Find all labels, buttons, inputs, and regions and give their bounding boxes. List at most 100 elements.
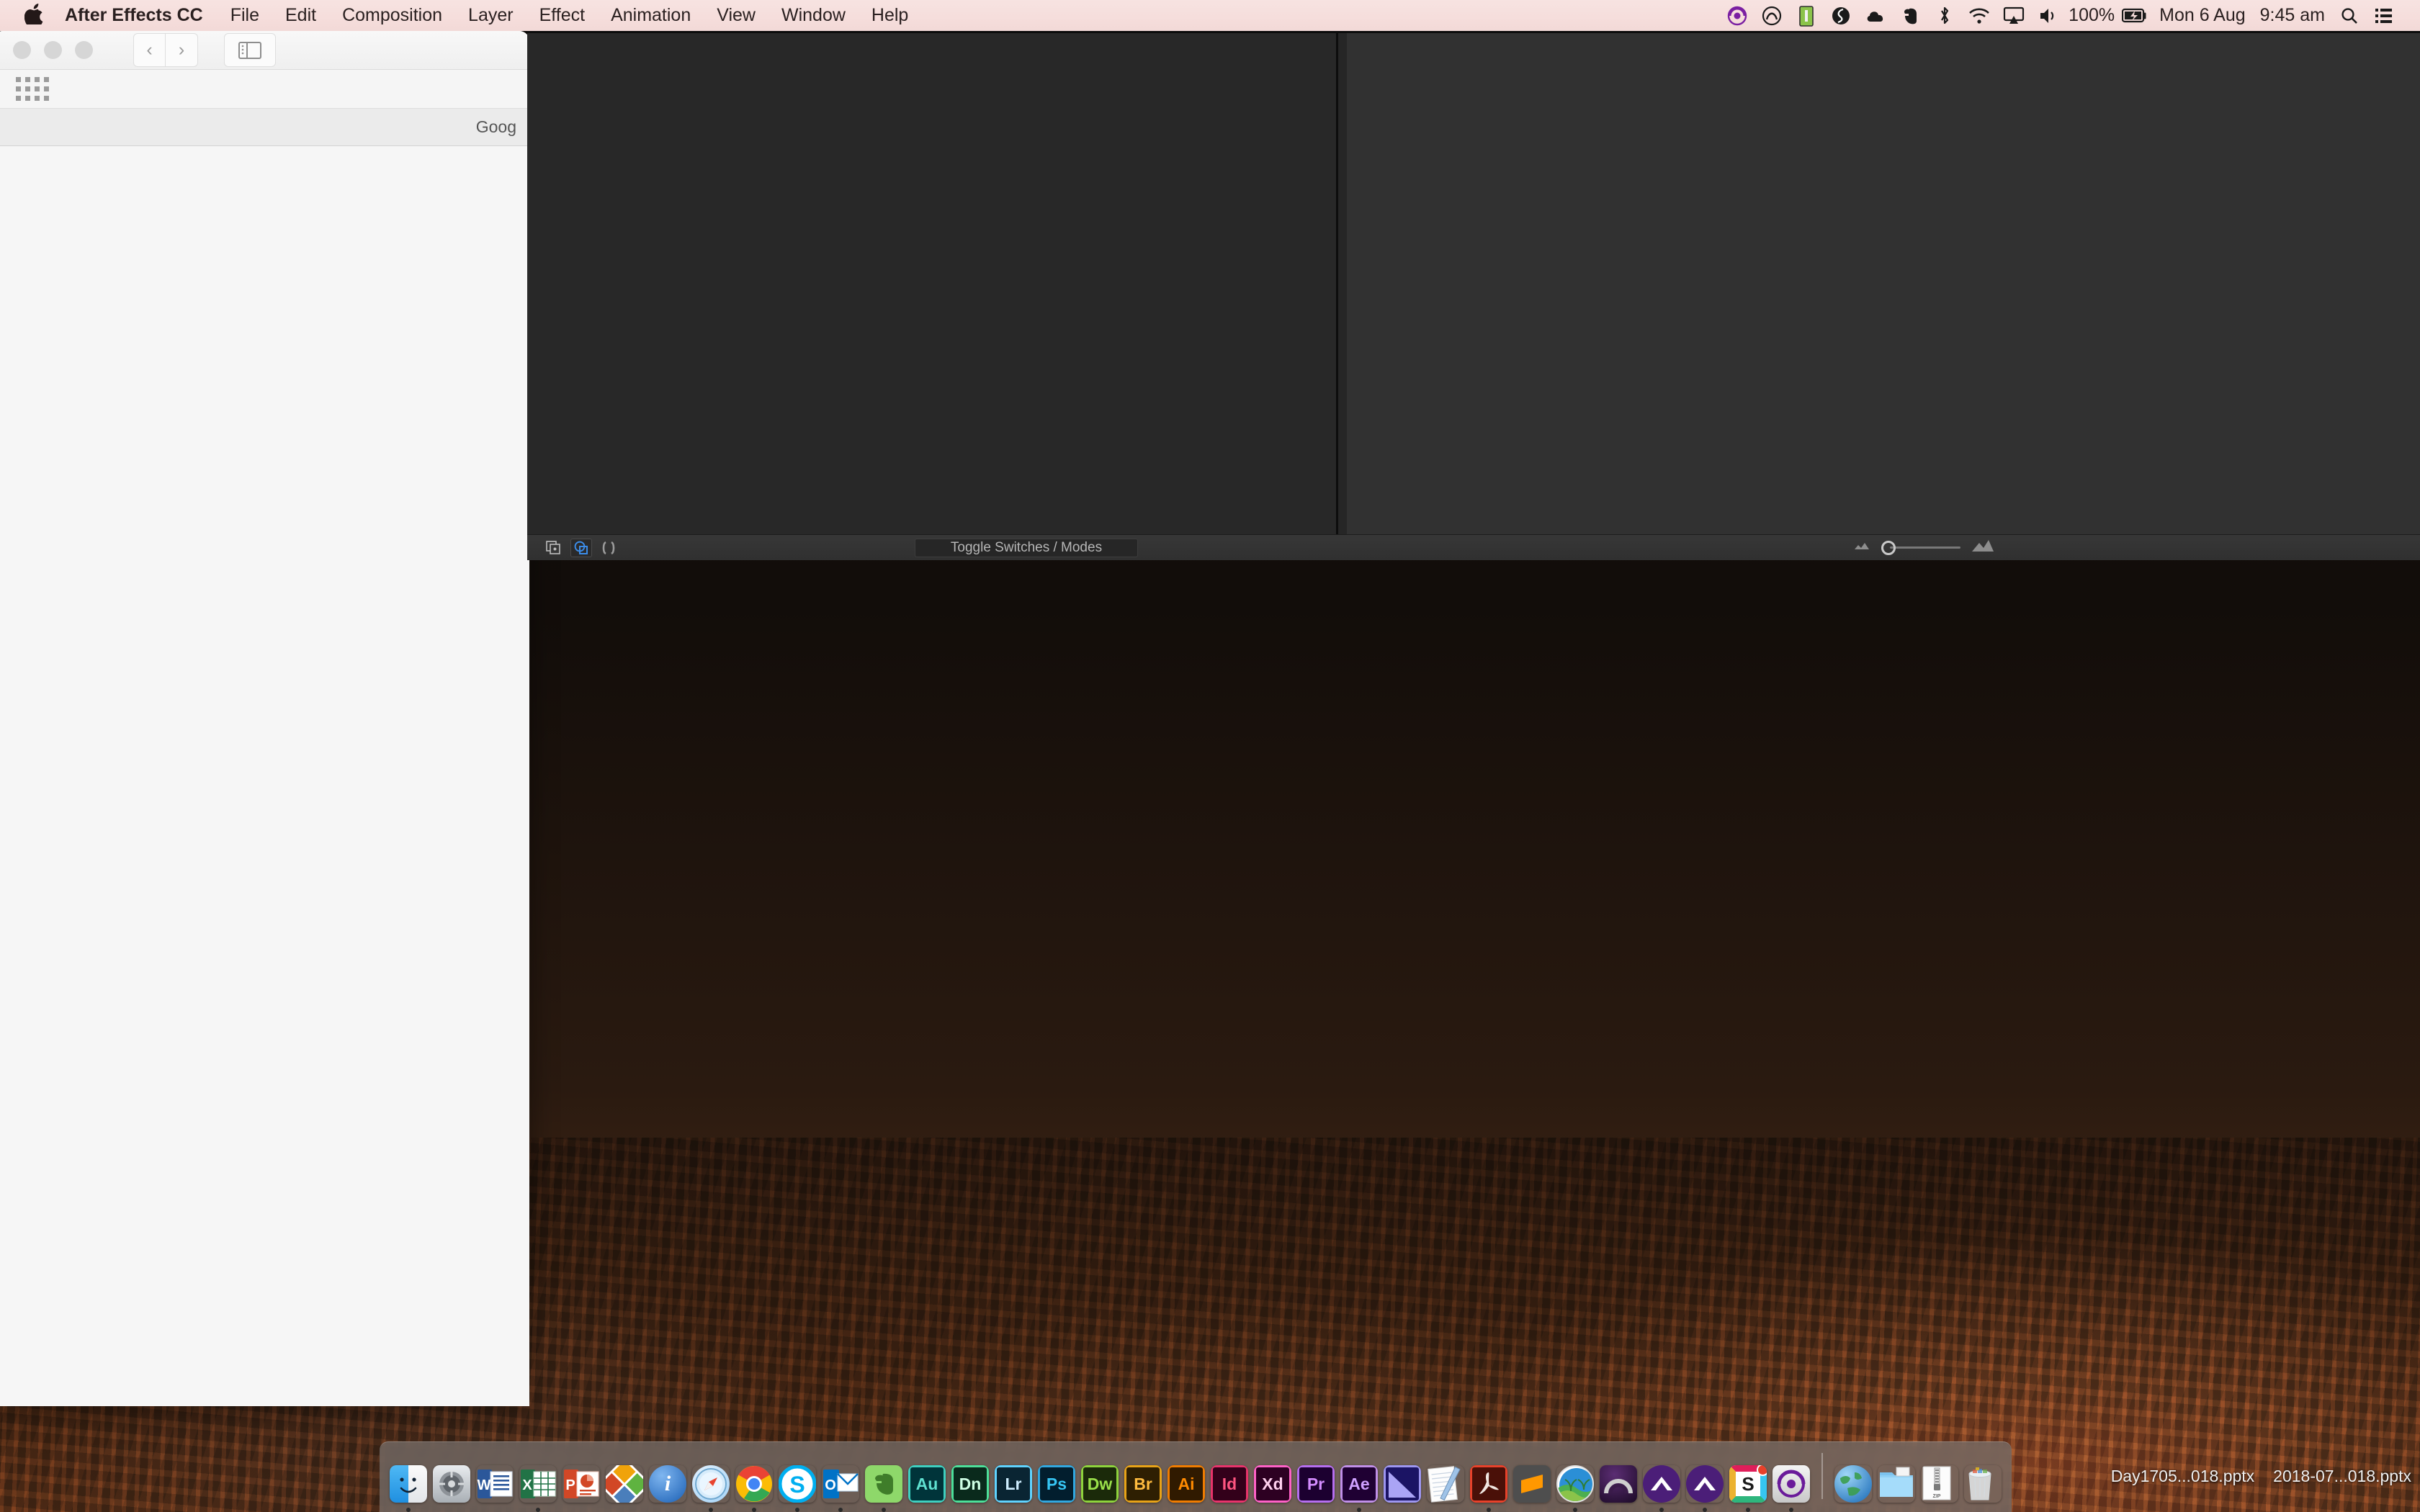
zoom-in-icon[interactable] [1971, 539, 1995, 557]
dock-item-dreamweaver[interactable]: Dw [1080, 1446, 1119, 1512]
finder-path-bar[interactable]: Goog [0, 109, 529, 146]
info-icon[interactable]: i [649, 1465, 686, 1503]
dock-item-avid[interactable] [1642, 1446, 1681, 1512]
avid-alt-icon[interactable] [1686, 1465, 1724, 1503]
sublime-icon[interactable] [1513, 1465, 1551, 1503]
avid-icon[interactable] [1643, 1465, 1680, 1503]
coconut-icon[interactable] [1556, 1465, 1594, 1503]
menu-item-view[interactable]: View [717, 5, 756, 26]
dock-item-dimension[interactable]: Dn [951, 1446, 990, 1512]
dock-item-bridge[interactable]: Br [1124, 1446, 1162, 1512]
bridge-icon[interactable]: Br [1124, 1465, 1162, 1503]
toggle-switches-modes-button[interactable]: Toggle Switches / Modes [915, 538, 1138, 557]
close-button[interactable] [13, 41, 31, 59]
dock-item-audition[interactable]: Au [908, 1446, 946, 1512]
transfer-controls-icon[interactable] [570, 538, 592, 557]
evernote-icon[interactable] [865, 1465, 902, 1503]
forward-button[interactable]: › [166, 33, 198, 67]
sidebar-toggle-icon[interactable] [224, 33, 276, 67]
dock-item-zip-file[interactable]: ZIP [1920, 1446, 1959, 1512]
active-app-name[interactable]: After Effects CC [65, 5, 203, 26]
skype-icon[interactable]: S [779, 1465, 816, 1503]
media-encoder-icon[interactable] [1384, 1465, 1421, 1503]
menu-item-file[interactable]: File [230, 5, 259, 26]
dock-item-chrome[interactable] [735, 1446, 774, 1512]
dimension-icon[interactable]: Dn [951, 1465, 989, 1503]
dock-item-slack[interactable]: S [1729, 1446, 1767, 1512]
finder-file-list[interactable] [0, 146, 529, 1406]
airplay-icon[interactable] [1996, 0, 2031, 31]
battery-icon[interactable] [2118, 0, 2152, 31]
avid-link-icon[interactable] [1773, 1465, 1810, 1503]
apple-menu-icon[interactable] [24, 3, 43, 28]
menu-item-window[interactable]: Window [781, 5, 846, 26]
ae-timeline-panel[interactable] [527, 33, 1338, 534]
acrobat-icon[interactable] [1470, 1465, 1507, 1503]
indesign-icon[interactable]: Id [1211, 1465, 1248, 1503]
system-preferences-icon[interactable] [433, 1465, 470, 1503]
zip-file-icon[interactable]: ZIP [1921, 1465, 1958, 1503]
dock-item-acrobat[interactable] [1469, 1446, 1508, 1512]
dock-item-notes[interactable] [1426, 1446, 1465, 1512]
zoom-slider[interactable] [1881, 540, 1960, 555]
zoom-button[interactable] [75, 41, 93, 59]
dock-item-outlook[interactable]: O [821, 1446, 860, 1512]
avid-link-icon[interactable] [1720, 0, 1754, 31]
evernote-icon[interactable] [1893, 0, 1927, 31]
volume-icon[interactable] [2031, 0, 2066, 31]
office-icon[interactable] [606, 1465, 643, 1503]
cloud-storage-icon[interactable] [1858, 0, 1893, 31]
notification-center-icon[interactable] [2367, 0, 2401, 31]
wifi-icon[interactable] [1962, 0, 1996, 31]
after-effects-icon[interactable]: Ae [1340, 1465, 1378, 1503]
menu-item-edit[interactable]: Edit [285, 5, 316, 26]
desktop-file-label[interactable]: 2018-07...018.pptx [2273, 1467, 2411, 1486]
dock-item-trash[interactable] [1963, 1446, 2002, 1512]
menu-item-animation[interactable]: Animation [611, 5, 691, 26]
dock-item-premiere[interactable]: Pr [1296, 1446, 1335, 1512]
graph-editor-icon[interactable] [598, 539, 619, 557]
chrome-icon[interactable] [735, 1465, 773, 1503]
menu-item-help[interactable]: Help [871, 5, 908, 26]
dock-item-media-encoder[interactable] [1383, 1446, 1422, 1512]
grid-view-icon[interactable] [16, 77, 49, 101]
dock-item-word[interactable]: W [475, 1446, 514, 1512]
excel-icon[interactable]: X [519, 1465, 557, 1503]
desktop-file-label[interactable]: Day1705...018.pptx [2111, 1467, 2254, 1486]
dock-item-protools[interactable] [1599, 1446, 1638, 1512]
zoom-out-icon[interactable] [1852, 541, 1871, 554]
dock-item-safari[interactable] [691, 1446, 730, 1512]
dock-item-coconut[interactable] [1556, 1446, 1595, 1512]
dock-item-avid-alt[interactable] [1685, 1446, 1724, 1512]
dock-item-after-effects[interactable]: Ae [1340, 1446, 1379, 1512]
lightroom-icon[interactable]: Lr [995, 1465, 1032, 1503]
menu-bar-time[interactable]: 9:45 am [2253, 5, 2332, 26]
powerpoint-icon[interactable]: P [563, 1465, 600, 1503]
finder-window[interactable]: ‹ › Goog [0, 31, 529, 1406]
search-icon[interactable] [2332, 0, 2367, 31]
after-effects-window[interactable]: Toggle Switches / Modes [527, 31, 2420, 560]
audition-icon[interactable]: Au [908, 1465, 946, 1503]
back-button[interactable]: ‹ [133, 33, 166, 67]
dock-item-finder[interactable] [389, 1446, 428, 1512]
dock-item-xd[interactable]: Xd [1253, 1446, 1292, 1512]
dock-item-photoshop[interactable]: Ps [1037, 1446, 1076, 1512]
creative-cloud-icon[interactable] [1754, 0, 1789, 31]
menu-item-layer[interactable]: Layer [468, 5, 514, 26]
dock-item-illustrator[interactable]: Ai [1167, 1446, 1206, 1512]
ae-graph-panel[interactable] [1338, 33, 2420, 534]
word-icon[interactable]: W [476, 1465, 514, 1503]
dock-item-lightroom[interactable]: Lr [994, 1446, 1033, 1512]
dock-item-globe[interactable] [1834, 1446, 1873, 1512]
outlook-icon[interactable]: O [822, 1465, 859, 1503]
dock-item-skype[interactable]: S [778, 1446, 817, 1512]
dock-item-powerpoint[interactable]: P [562, 1446, 601, 1512]
trash-icon[interactable] [1964, 1465, 2002, 1503]
menu-item-effect[interactable]: Effect [539, 5, 585, 26]
minimize-button[interactable] [44, 41, 62, 59]
sketch-icon[interactable] [1824, 0, 1858, 31]
notes-icon[interactable] [1427, 1465, 1464, 1503]
dreamweaver-icon[interactable]: Dw [1081, 1465, 1119, 1503]
protools-icon[interactable] [1600, 1465, 1637, 1503]
dock-item-system-preferences[interactable] [432, 1446, 471, 1512]
